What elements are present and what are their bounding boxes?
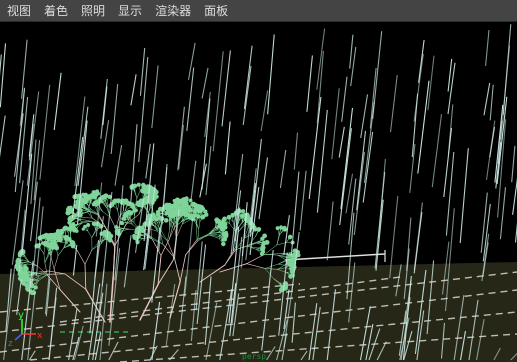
leaf-cluster (152, 213, 155, 216)
leaf-cluster (288, 235, 292, 239)
leaf-cluster (79, 213, 82, 217)
leaf-cluster (66, 226, 72, 232)
axis-y-label: y (18, 310, 24, 321)
leaf-cluster (188, 215, 192, 219)
leaf-cluster (111, 201, 115, 206)
leaf-cluster (49, 241, 53, 245)
leaf-cluster (260, 236, 265, 241)
leaf-cluster (193, 208, 198, 213)
leaf-cluster (95, 189, 99, 193)
axis-z-label: z (8, 339, 13, 349)
leaf-cluster (79, 208, 83, 213)
panel-menu-bar: 视图 着色 照明 显示 渲染器 面板 (0, 0, 517, 22)
leaf-cluster (182, 211, 186, 215)
menu-renderer[interactable]: 渲染器 (148, 0, 197, 22)
leaf-cluster (145, 187, 149, 190)
leaf-cluster (45, 233, 48, 237)
leaf-cluster (133, 208, 138, 213)
leaf-cluster (200, 214, 205, 220)
leaf-cluster (154, 194, 158, 197)
leaf-cluster (138, 199, 143, 205)
leaf-cluster (264, 240, 269, 244)
leaf-cluster (81, 227, 85, 231)
leaf-cluster (120, 221, 124, 226)
leaf-cluster (168, 212, 172, 216)
leaf-cluster (215, 218, 219, 222)
leaf-cluster (287, 260, 291, 265)
leaf-cluster (188, 198, 193, 203)
leaf-cluster (43, 242, 47, 247)
leaf-cluster (126, 211, 130, 215)
scene-canvas: y x z (0, 22, 517, 362)
axis-x-label: x (37, 331, 43, 341)
leaf-cluster (192, 214, 196, 218)
leaf-cluster (262, 246, 266, 249)
leaf-cluster (56, 237, 59, 240)
leaf-cluster (108, 233, 114, 239)
leaf-cluster (158, 207, 162, 211)
leaf-cluster (227, 215, 231, 219)
leaf-cluster (221, 237, 225, 242)
leaf-cluster (257, 228, 261, 231)
maya-viewport-panel: 视图 着色 照明 显示 渲染器 面板 y x z persp (0, 0, 517, 362)
leaf-cluster (156, 210, 160, 214)
leaf-cluster (121, 217, 125, 221)
leaf-cluster (221, 241, 226, 247)
menu-lighting[interactable]: 照明 (74, 0, 111, 22)
leaf-cluster (219, 222, 223, 226)
leaf-cluster (164, 218, 169, 223)
leaf-cluster (93, 192, 99, 197)
menu-view[interactable]: 视图 (0, 0, 37, 22)
leaf-cluster (198, 206, 202, 210)
leaf-cluster (108, 238, 113, 243)
leaf-cluster (46, 236, 50, 240)
menu-shading[interactable]: 着色 (37, 0, 74, 22)
camera-name-label: persp (242, 352, 267, 361)
leaf-cluster (282, 227, 288, 232)
menu-show[interactable]: 显示 (111, 0, 148, 22)
leaf-cluster (122, 199, 126, 203)
leaf-cluster (201, 207, 205, 211)
leaf-cluster (84, 200, 88, 204)
leaf-cluster (86, 223, 90, 227)
leaf-cluster (203, 209, 208, 214)
leaf-cluster (17, 264, 22, 269)
leaf-cluster (224, 231, 228, 235)
leaf-cluster (53, 243, 58, 247)
leaf-cluster (296, 253, 301, 257)
leaf-cluster (275, 226, 280, 231)
leaf-cluster (142, 189, 146, 193)
leaf-cluster (22, 274, 25, 278)
leaf-cluster (173, 212, 178, 218)
leaf-cluster (198, 208, 203, 214)
leaf-cluster (71, 244, 75, 248)
leaf-cluster (65, 207, 70, 212)
leaf-cluster (291, 253, 295, 257)
leaf-cluster (26, 288, 30, 291)
leaf-cluster (60, 229, 63, 233)
leaf-cluster (136, 182, 141, 187)
leaf-cluster (16, 260, 20, 264)
leaf-cluster (290, 267, 293, 271)
leaf-cluster (63, 235, 69, 241)
3d-viewport[interactable]: y x z persp (0, 22, 517, 362)
leaf-cluster (239, 213, 245, 218)
leaf-cluster (117, 198, 120, 202)
leaf-cluster (188, 207, 192, 211)
leaf-cluster (182, 199, 187, 204)
leaf-cluster (221, 218, 225, 222)
leaf-cluster (102, 232, 108, 237)
leaf-cluster (50, 233, 55, 237)
leaf-cluster (123, 213, 128, 218)
leaf-cluster (115, 225, 118, 229)
leaf-cluster (24, 276, 29, 282)
leaf-cluster (165, 209, 170, 214)
menu-panels[interactable]: 面板 (197, 0, 234, 22)
